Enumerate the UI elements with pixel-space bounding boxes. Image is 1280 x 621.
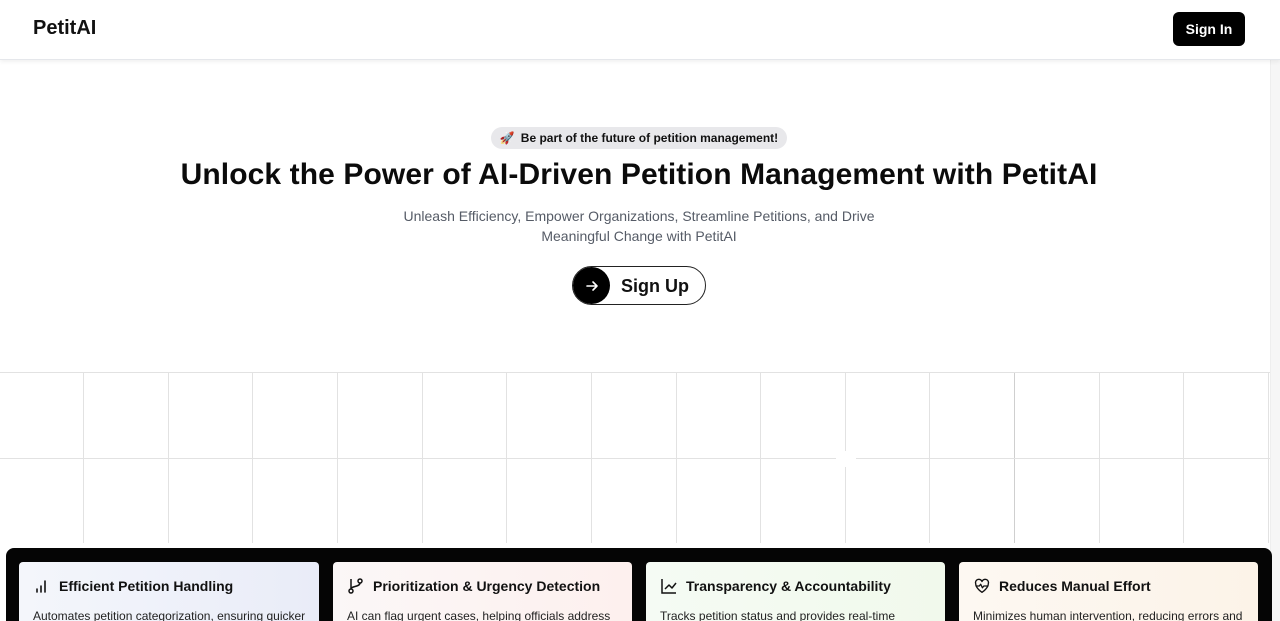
feature-card[interactable]: Reduces Manual Effort Minimizes human in…: [959, 562, 1258, 621]
sign-up-label: Sign Up: [621, 276, 689, 296]
feature-card[interactable]: Prioritization & Urgency Detection AI ca…: [333, 562, 632, 621]
feature-description: Minimizes human intervention, reducing e…: [973, 609, 1243, 621]
grid-highlight: [836, 451, 856, 467]
line-chart-icon: [660, 577, 678, 595]
badge-text: Be part of the future of petition manage…: [520, 131, 779, 145]
rocket-icon: 🚀: [499, 131, 515, 145]
announcement-badge: 🚀 Be part of the future of petition mana…: [491, 127, 787, 149]
grid-line: [0, 458, 1270, 459]
arrow-right-icon: [573, 267, 610, 304]
heart-pulse-icon: [973, 577, 991, 595]
feature-title: Reduces Manual Effort: [999, 578, 1151, 594]
logo[interactable]: PetitAI: [33, 17, 96, 40]
sign-up-button[interactable]: Sign Up: [572, 266, 706, 305]
hero-title: Unlock the Power of AI-Driven Petition M…: [180, 158, 1098, 191]
feature-title: Efficient Petition Handling: [59, 578, 234, 594]
feature-card[interactable]: Transparency & Accountability Tracks pet…: [646, 562, 945, 621]
feature-title: Transparency & Accountability: [686, 578, 891, 594]
bar-chart-icon: [33, 577, 51, 595]
git-branch-icon: [347, 577, 365, 595]
sign-in-button[interactable]: Sign In: [1173, 12, 1245, 46]
feature-card[interactable]: Efficient Petition Handling Automates pe…: [19, 562, 319, 621]
hero-subtitle: Unleash Efficiency, Empower Organization…: [403, 208, 875, 244]
feature-title: Prioritization & Urgency Detection: [373, 578, 601, 594]
page-scrollbar[interactable]: [1270, 60, 1280, 621]
feature-description: Tracks petition status and provides real…: [660, 609, 895, 621]
feature-description: AI can flag urgent cases, helping offici…: [347, 609, 611, 621]
top-navbar: PetitAI Sign In: [0, 0, 1280, 60]
feature-description: Automates petition categorization, ensur…: [33, 609, 306, 621]
background-grid: [0, 372, 1270, 543]
